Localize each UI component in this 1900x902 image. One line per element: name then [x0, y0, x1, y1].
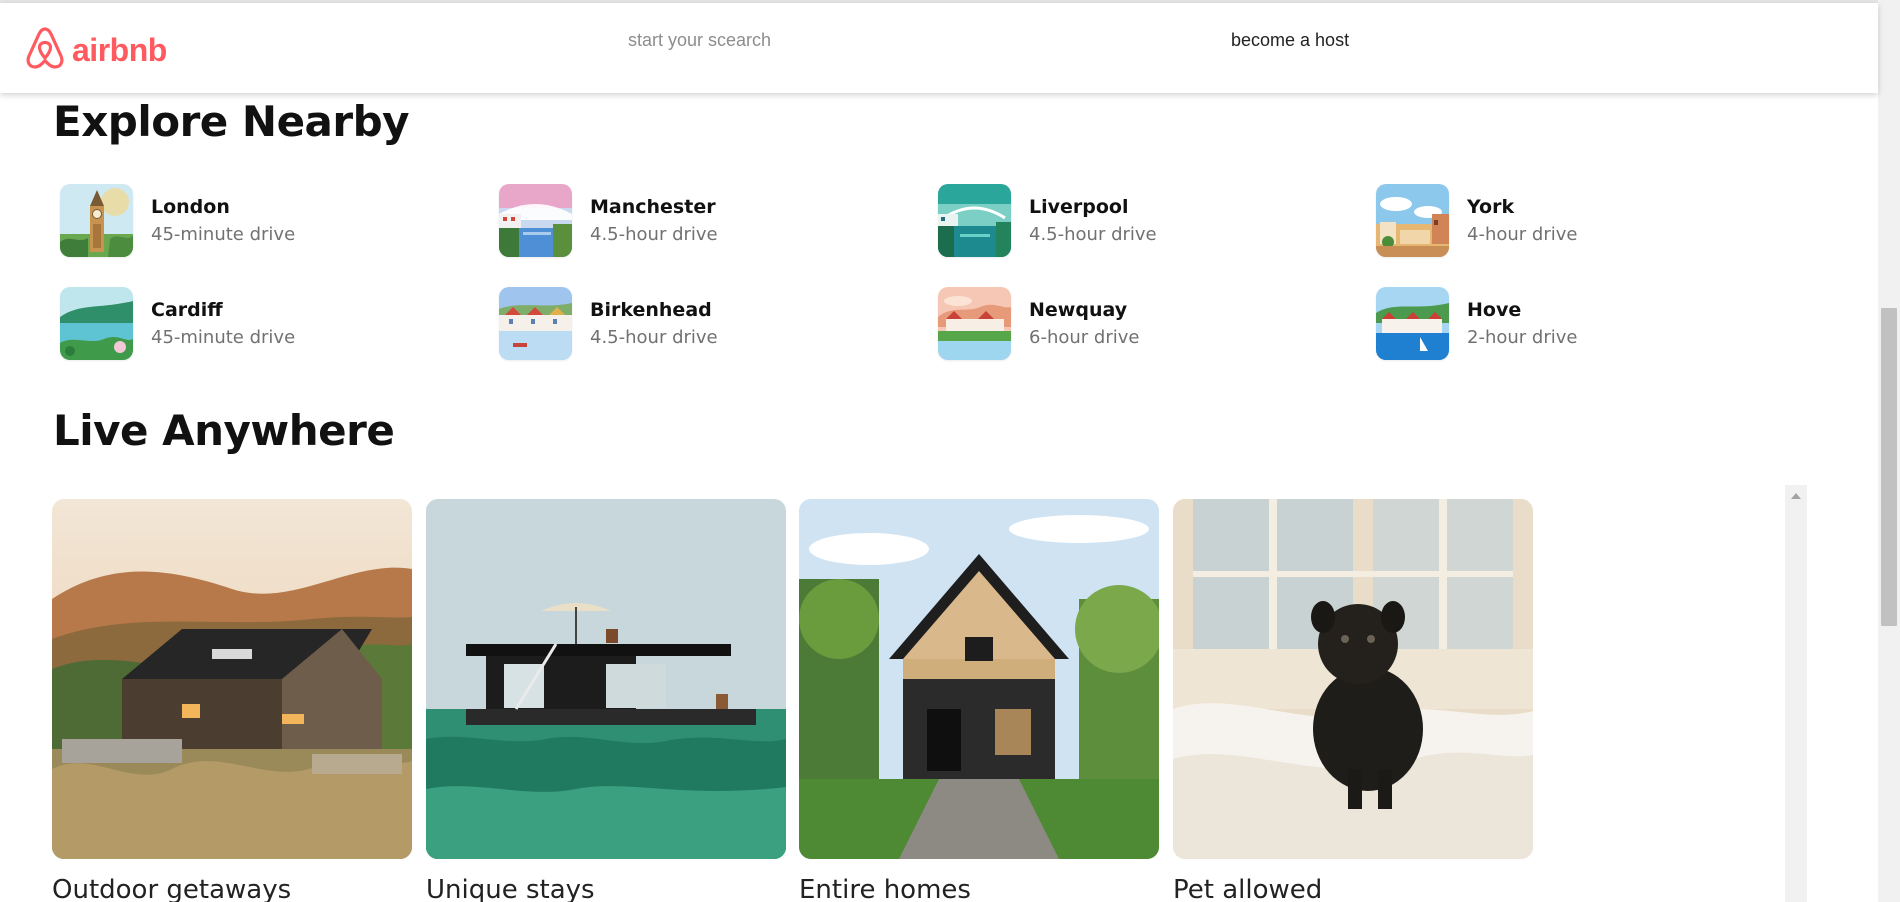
logo-wordmark: airbnb [72, 32, 167, 68]
card-title: Unique stays [426, 875, 595, 902]
explore-nearby-heading: Explore Nearby [53, 97, 410, 146]
houseboat-sea-image [426, 499, 786, 859]
scroll-up-arrow-icon[interactable] [1791, 493, 1801, 499]
airbnb-belo-icon [24, 25, 66, 76]
harbour-houses-icon [499, 287, 572, 360]
live-card-entire-homes[interactable]: Entire homes [799, 499, 1159, 902]
card-title: Pet allowed [1173, 875, 1323, 902]
page-scrollbar-thumb[interactable] [1881, 308, 1897, 626]
bridge-river-icon [499, 184, 572, 257]
town-sky-icon [1376, 184, 1449, 257]
a-frame-house-image [799, 499, 1159, 859]
live-anywhere-row: Outdoor getaways Unique stays Entire hom… [52, 499, 1792, 902]
dark-cabin-hills-image [52, 499, 412, 859]
place-name: Manchester [590, 196, 716, 218]
live-card-outdoor[interactable]: Outdoor getaways [52, 499, 412, 902]
place-distance: 4.5-hour drive [590, 327, 718, 348]
place-name: Hove [1467, 299, 1522, 321]
place-distance: 6-hour drive [1029, 327, 1140, 348]
lake-hills-icon [60, 287, 133, 360]
airbnb-logo[interactable]: airbnb [24, 25, 167, 76]
place-card-hove[interactable]: Hove 2-hour drive [1376, 287, 1577, 360]
place-card-birkenhead[interactable]: Birkenhead 4.5-hour drive [499, 287, 718, 360]
page-scrollbar[interactable] [1878, 0, 1900, 902]
place-card-newquay[interactable]: Newquay 6-hour drive [938, 287, 1139, 360]
bridge-river-icon [938, 184, 1011, 257]
place-name: London [151, 196, 230, 218]
place-name: Cardiff [151, 299, 223, 321]
place-distance: 45-minute drive [151, 224, 296, 245]
carousel-scrollbar[interactable] [1785, 485, 1807, 902]
seaside-houses-icon [1376, 287, 1449, 360]
card-title: Entire homes [799, 875, 971, 902]
live-card-unique[interactable]: Unique stays [426, 499, 786, 902]
place-name: Newquay [1029, 299, 1128, 321]
place-card-manchester[interactable]: Manchester 4.5-hour drive [499, 184, 718, 257]
page: airbnb start your scearch become a host … [0, 0, 1900, 902]
big-ben-icon [60, 184, 133, 257]
place-distance: 45-minute drive [151, 327, 296, 348]
live-anywhere-heading: Live Anywhere [53, 406, 395, 455]
place-name: York [1467, 196, 1515, 218]
site-header: airbnb start your scearch become a host [0, 3, 1878, 93]
place-name: Birkenhead [590, 299, 712, 321]
place-card-cardiff[interactable]: Cardiff 45-minute drive [60, 287, 295, 360]
place-distance: 4.5-hour drive [1029, 224, 1157, 245]
pug-on-bed-image [1173, 499, 1533, 859]
search-input[interactable]: start your scearch [628, 30, 771, 51]
become-host-link[interactable]: become a host [1231, 30, 1349, 51]
place-card-liverpool[interactable]: Liverpool 4.5-hour drive [938, 184, 1157, 257]
place-distance: 4-hour drive [1467, 224, 1578, 245]
place-distance: 4.5-hour drive [590, 224, 718, 245]
place-card-london[interactable]: London 45-minute drive [60, 184, 295, 257]
coast-houses-icon [938, 287, 1011, 360]
card-title: Outdoor getaways [52, 875, 292, 902]
live-card-pet-allowed[interactable]: Pet allowed [1173, 499, 1533, 902]
place-distance: 2-hour drive [1467, 327, 1578, 348]
place-name: Liverpool [1029, 196, 1129, 218]
place-card-york[interactable]: York 4-hour drive [1376, 184, 1577, 257]
